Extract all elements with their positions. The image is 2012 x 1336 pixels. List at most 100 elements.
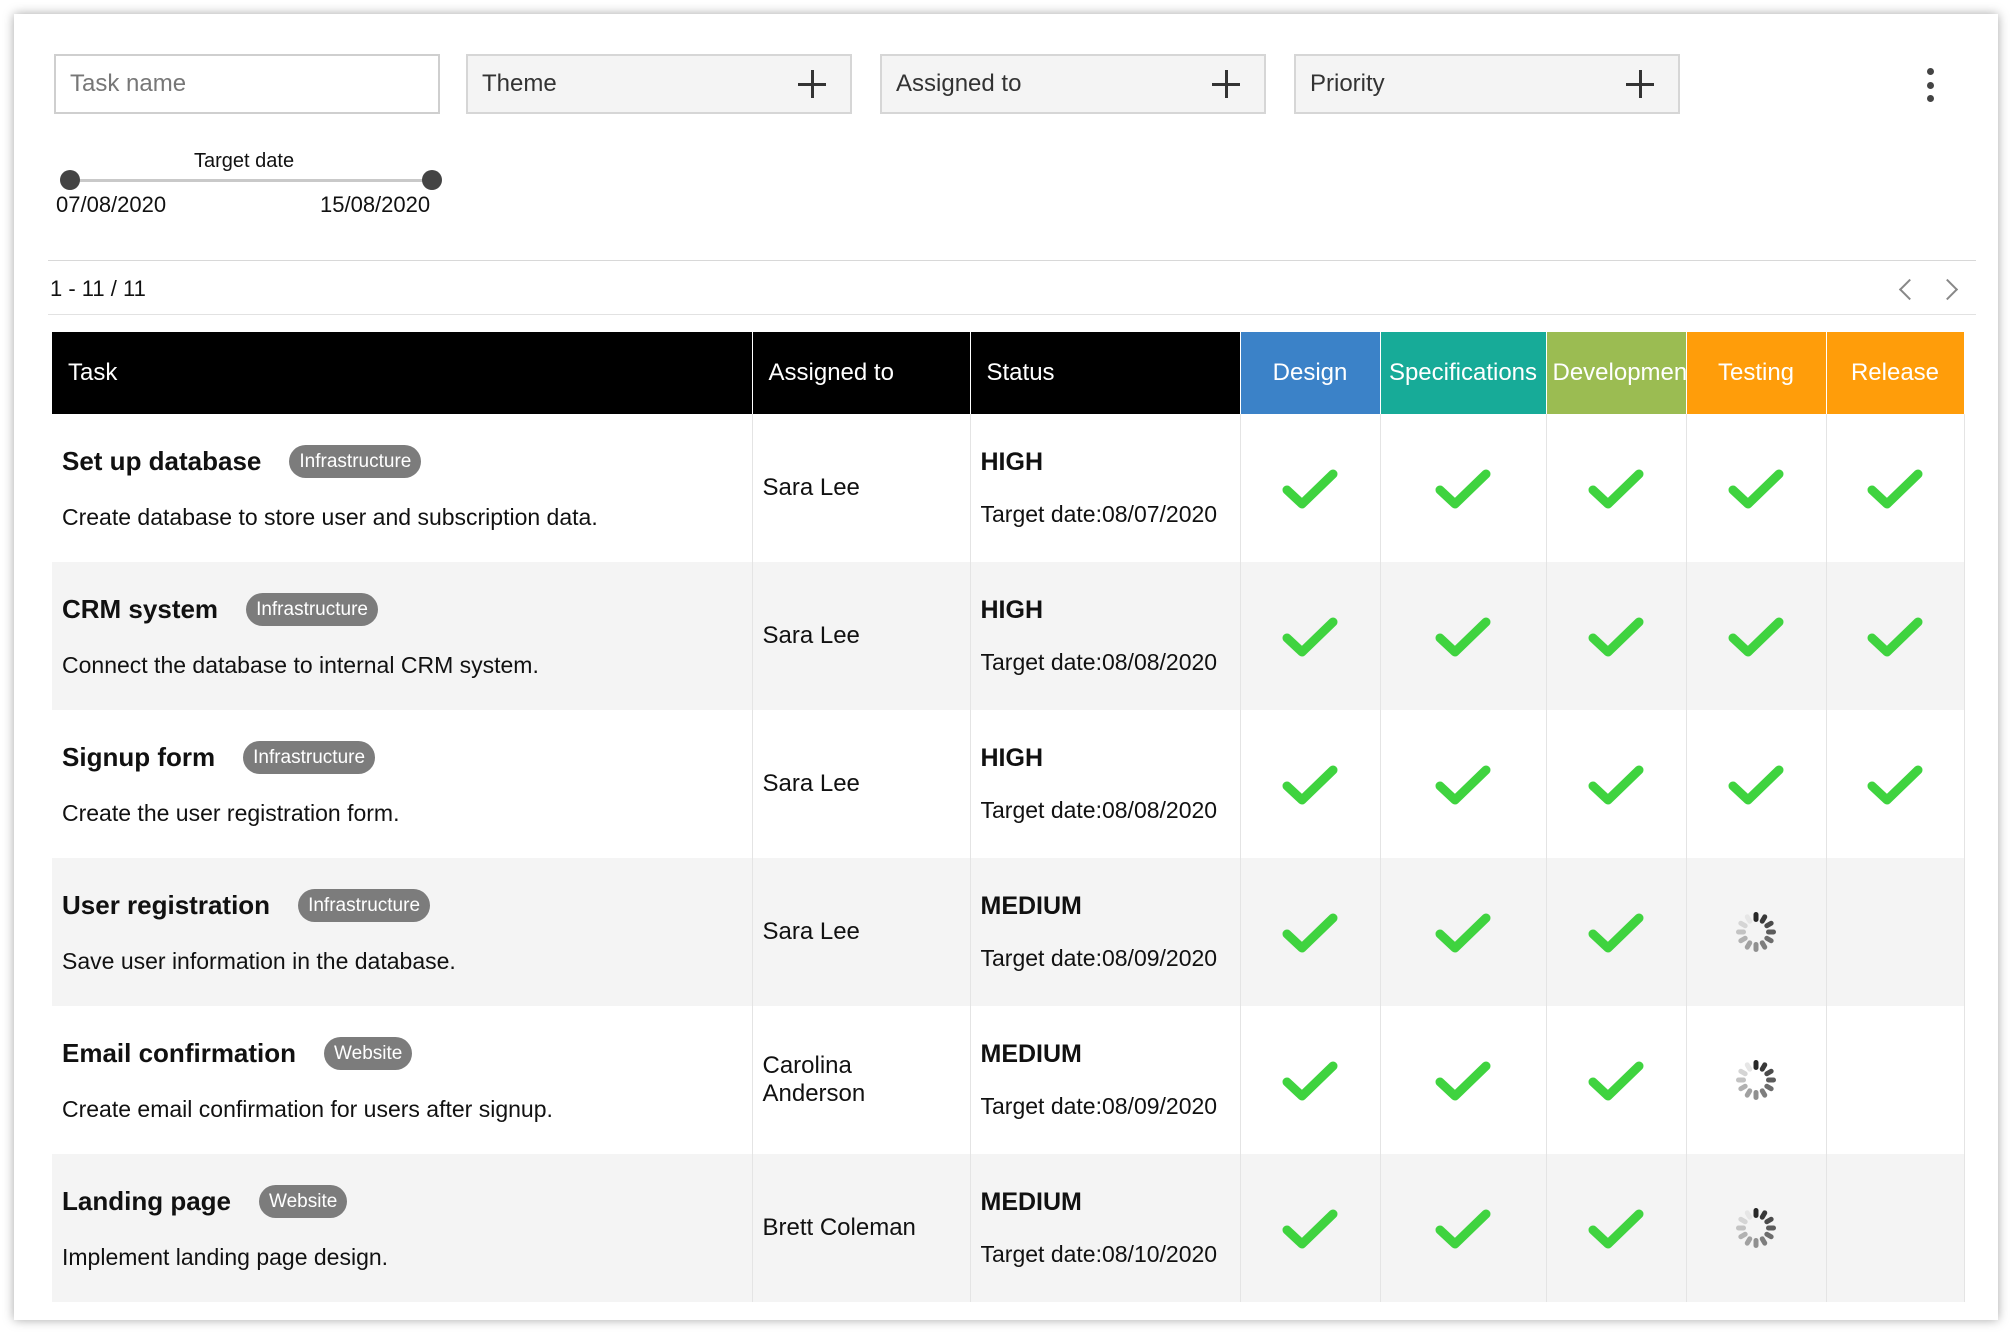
column-header-status[interactable]: Status bbox=[970, 332, 1241, 414]
loading-spinner-icon bbox=[1687, 1056, 1826, 1104]
table-row[interactable]: User registration Infrastructure Save user… bbox=[52, 858, 1965, 1006]
theme-filter-button[interactable]: Theme bbox=[466, 54, 852, 114]
task-cell: Set up database Infrastructure Create data… bbox=[52, 414, 753, 562]
stage-cell-specifications[interactable] bbox=[1380, 1006, 1547, 1154]
column-header-testing[interactable]: Testing bbox=[1686, 332, 1827, 414]
assigned-to-filter-label: Assigned to bbox=[896, 70, 1022, 97]
assignee-cell: Sara Lee bbox=[752, 562, 971, 710]
previous-page-icon[interactable] bbox=[1898, 278, 1921, 301]
task-cell: Email confirmation Website Create email co… bbox=[52, 1006, 753, 1154]
stage-cell-development[interactable] bbox=[1546, 1154, 1687, 1302]
more-options-icon[interactable] bbox=[1922, 68, 1938, 102]
column-header-release[interactable]: Release bbox=[1826, 332, 1965, 414]
column-header-design[interactable]: Design bbox=[1240, 332, 1381, 414]
column-header-development[interactable]: Development bbox=[1546, 332, 1687, 414]
task-description: Create database to store user and subscr… bbox=[62, 504, 598, 530]
stage-cell-specifications[interactable] bbox=[1380, 414, 1547, 562]
stage-cell-development[interactable] bbox=[1546, 562, 1687, 710]
task-cell: Landing page Website Implement landing pag… bbox=[52, 1154, 753, 1302]
task-description: Connect the database to internal CRM sys… bbox=[62, 652, 539, 678]
priority-label: MEDIUM bbox=[980, 892, 1082, 920]
stage-cell-testing[interactable] bbox=[1686, 1154, 1827, 1302]
stage-cell-design[interactable] bbox=[1240, 414, 1381, 562]
stage-cell-testing[interactable] bbox=[1686, 562, 1827, 710]
stage-cell-release[interactable] bbox=[1826, 1006, 1965, 1154]
stage-cell-release[interactable] bbox=[1826, 710, 1965, 858]
stage-cell-design[interactable] bbox=[1240, 562, 1381, 710]
table-row[interactable]: Landing page Website Implement landing pag… bbox=[52, 1154, 1965, 1302]
assignee-name: Sara Lee bbox=[762, 474, 860, 501]
check-icon bbox=[1827, 466, 1964, 510]
target-date-text: Target date:08/09/2020 bbox=[980, 945, 1218, 971]
task-name-input[interactable] bbox=[54, 54, 440, 114]
stage-cell-design[interactable] bbox=[1240, 1154, 1381, 1302]
table-row[interactable]: Set up database Infrastructure Create data… bbox=[52, 414, 1965, 562]
check-icon bbox=[1381, 1206, 1546, 1250]
stage-cell-development[interactable] bbox=[1546, 1006, 1687, 1154]
stage-cell-testing[interactable] bbox=[1686, 858, 1827, 1006]
task-title[interactable]: Signup form bbox=[62, 742, 215, 773]
loading-spinner-icon bbox=[1687, 1204, 1826, 1252]
stage-cell-design[interactable] bbox=[1240, 1006, 1381, 1154]
target-date-text: Target date:08/08/2020 bbox=[980, 649, 1218, 675]
task-title[interactable]: User registration bbox=[62, 890, 270, 921]
stage-cell-release[interactable] bbox=[1826, 414, 1965, 562]
task-description: Create the user registration form. bbox=[62, 800, 400, 826]
check-icon bbox=[1241, 762, 1380, 806]
check-icon bbox=[1827, 762, 1964, 806]
status-cell: HIGH Target date:08/07/2020 bbox=[970, 414, 1241, 562]
priority-filter-button[interactable]: Priority bbox=[1294, 54, 1680, 114]
table-row[interactable]: Signup form Infrastructure Create the user… bbox=[52, 710, 1965, 858]
stage-cell-testing[interactable] bbox=[1686, 1006, 1827, 1154]
status-cell: MEDIUM Target date:08/09/2020 bbox=[970, 1006, 1241, 1154]
priority-label: HIGH bbox=[980, 448, 1044, 476]
assignee-name: Sara Lee bbox=[762, 918, 860, 945]
stage-cell-specifications[interactable] bbox=[1380, 858, 1547, 1006]
table-row[interactable]: Email confirmation Website Create email co… bbox=[52, 1006, 1965, 1154]
task-description: Implement landing page design. bbox=[62, 1244, 389, 1270]
task-title[interactable]: Email confirmation bbox=[62, 1038, 296, 1069]
assignee-name: Sara Lee bbox=[762, 622, 860, 649]
column-header-assigned-to[interactable]: Assigned to bbox=[752, 332, 971, 414]
stage-cell-specifications[interactable] bbox=[1380, 710, 1547, 858]
priority-label: MEDIUM bbox=[980, 1040, 1082, 1068]
theme-tag: Infrastructure bbox=[289, 445, 422, 478]
assigned-to-filter-button[interactable]: Assigned to bbox=[880, 54, 1266, 114]
check-icon bbox=[1547, 466, 1686, 510]
task-title[interactable]: CRM system bbox=[62, 594, 218, 625]
theme-tag: Website bbox=[324, 1037, 413, 1070]
stage-cell-development[interactable] bbox=[1546, 414, 1687, 562]
check-icon bbox=[1547, 614, 1686, 658]
stage-cell-release[interactable] bbox=[1826, 858, 1965, 1006]
loading-spinner-icon bbox=[1687, 908, 1826, 956]
stage-cell-release[interactable] bbox=[1826, 562, 1965, 710]
table-header-row: Task Assigned to Status Design Specifica… bbox=[52, 332, 1965, 414]
plus-icon bbox=[1212, 70, 1240, 98]
column-header-specifications[interactable]: Specifications bbox=[1380, 332, 1547, 414]
stage-cell-testing[interactable] bbox=[1686, 414, 1827, 562]
stage-cell-development[interactable] bbox=[1546, 858, 1687, 1006]
theme-tag: Infrastructure bbox=[243, 741, 376, 774]
check-icon bbox=[1241, 1058, 1380, 1102]
column-header-task[interactable]: Task bbox=[52, 332, 753, 414]
stage-cell-testing[interactable] bbox=[1686, 710, 1827, 858]
target-date-slider-track[interactable] bbox=[70, 179, 432, 182]
stage-cell-design[interactable] bbox=[1240, 710, 1381, 858]
check-icon bbox=[1241, 1206, 1380, 1250]
stage-cell-specifications[interactable] bbox=[1380, 562, 1547, 710]
stage-cell-specifications[interactable] bbox=[1380, 1154, 1547, 1302]
table-row[interactable]: CRM system Infrastructure Connect the data… bbox=[52, 562, 1965, 710]
next-page-icon[interactable] bbox=[1936, 278, 1959, 301]
stage-cell-release[interactable] bbox=[1826, 1154, 1965, 1302]
task-title[interactable]: Set up database bbox=[62, 446, 261, 477]
theme-tag: Website bbox=[259, 1185, 348, 1218]
stage-cell-development[interactable] bbox=[1546, 710, 1687, 858]
task-title[interactable]: Landing page bbox=[62, 1186, 231, 1217]
check-icon bbox=[1547, 1206, 1686, 1250]
assignee-name: Carolina Anderson bbox=[762, 1052, 866, 1107]
target-date-start-handle[interactable] bbox=[60, 170, 80, 190]
stage-cell-design[interactable] bbox=[1240, 858, 1381, 1006]
target-date-end-handle[interactable] bbox=[422, 170, 442, 190]
check-icon bbox=[1381, 1058, 1546, 1102]
priority-label: HIGH bbox=[980, 596, 1044, 624]
